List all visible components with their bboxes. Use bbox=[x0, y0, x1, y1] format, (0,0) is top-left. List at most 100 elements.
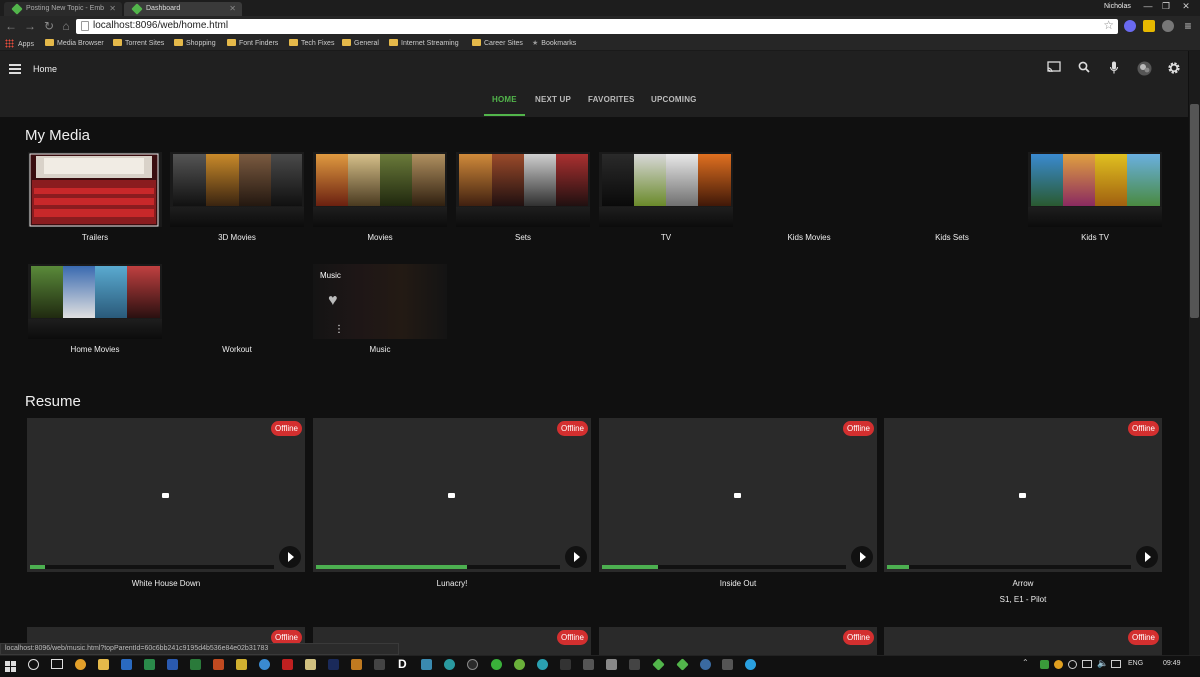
library-label[interactable]: Trailers bbox=[28, 233, 162, 242]
library-tile-kids-movies[interactable] bbox=[742, 152, 876, 227]
cortana-search-icon[interactable] bbox=[28, 659, 39, 670]
taskbar-app-icon[interactable] bbox=[722, 659, 733, 670]
play-button[interactable] bbox=[1136, 546, 1158, 568]
resume-card[interactable]: Offline bbox=[884, 627, 1162, 655]
search-icon[interactable] bbox=[1076, 61, 1092, 77]
library-label[interactable]: Sets bbox=[456, 233, 590, 242]
windows-start-icon[interactable] bbox=[5, 659, 16, 672]
tab-favorites[interactable]: FAVORITES bbox=[588, 95, 635, 104]
bookmark-folder[interactable]: Torrent Sites bbox=[113, 39, 164, 47]
taskbar-app-icon[interactable] bbox=[491, 659, 502, 670]
bookmark-folder[interactable]: General bbox=[342, 39, 379, 47]
resume-card[interactable]: Offline bbox=[884, 418, 1162, 572]
library-label[interactable]: Movies bbox=[313, 233, 447, 242]
browser-tab[interactable]: Posting New Topic - Emb ✕ bbox=[4, 2, 122, 16]
bookmark-other[interactable]: ★ Bookmarks bbox=[532, 39, 576, 47]
taskbar-app-icon[interactable]: D bbox=[398, 657, 407, 671]
cast-icon[interactable] bbox=[1046, 61, 1062, 77]
taskbar-app-icon[interactable] bbox=[560, 659, 571, 670]
task-view-icon[interactable] bbox=[51, 659, 63, 669]
address-url[interactable]: localhost:8096/web/home.html bbox=[93, 20, 228, 31]
edge-icon[interactable] bbox=[259, 659, 270, 670]
library-tile-sets[interactable] bbox=[456, 152, 590, 227]
resume-card[interactable]: Offline bbox=[27, 418, 305, 572]
library-tile-home-movies[interactable] bbox=[28, 264, 162, 339]
home-icon[interactable]: ⌂ bbox=[59, 19, 73, 33]
library-label[interactable]: Home Movies bbox=[28, 345, 162, 354]
word-icon[interactable] bbox=[167, 659, 178, 670]
volume-icon[interactable]: 🔈 bbox=[1097, 658, 1108, 669]
play-button[interactable] bbox=[565, 546, 587, 568]
library-tile-music[interactable]: Music ♥ ⋮ bbox=[313, 264, 447, 339]
play-button[interactable] bbox=[851, 546, 873, 568]
favorite-heart-icon[interactable]: ♥ bbox=[328, 292, 338, 310]
action-center-icon[interactable] bbox=[1111, 660, 1121, 668]
profile-name[interactable]: Nicholas bbox=[1104, 3, 1131, 10]
browser-tab-active[interactable]: Dashboard ✕ bbox=[124, 2, 242, 16]
library-label[interactable]: Workout bbox=[170, 345, 304, 354]
language-indicator[interactable]: ENG bbox=[1128, 660, 1143, 667]
address-bar[interactable]: localhost:8096/web/home.html ☆ bbox=[76, 18, 1118, 34]
bookmark-manager-icon[interactable] bbox=[1143, 20, 1155, 32]
resume-card[interactable]: Offline bbox=[599, 627, 877, 655]
library-tile-kids-sets[interactable] bbox=[885, 152, 1019, 227]
library-tile-tv[interactable] bbox=[599, 152, 733, 227]
library-label[interactable]: Music bbox=[313, 345, 447, 354]
bookmark-folder[interactable]: Tech Fixes bbox=[289, 39, 334, 47]
card-title[interactable]: Arrow bbox=[884, 579, 1162, 588]
extension-icon[interactable] bbox=[1162, 20, 1174, 32]
hamburger-menu-icon[interactable] bbox=[9, 64, 21, 74]
publisher-icon[interactable] bbox=[144, 659, 155, 670]
forward-icon[interactable]: → bbox=[23, 19, 37, 33]
tab-next-up[interactable]: NEXT UP bbox=[535, 95, 571, 104]
card-title[interactable]: Lunacry! bbox=[313, 579, 591, 588]
taskbar-app-icon[interactable] bbox=[444, 659, 455, 670]
reload-icon[interactable]: ↻ bbox=[42, 19, 56, 33]
bookmark-folder[interactable]: Career Sites bbox=[472, 39, 523, 47]
library-tile-workout[interactable] bbox=[170, 264, 304, 339]
taskbar-app-icon[interactable] bbox=[467, 659, 478, 670]
tray-app-icon[interactable] bbox=[1054, 660, 1063, 669]
resume-card[interactable]: Offline bbox=[599, 418, 877, 572]
library-tile-kids-tv[interactable] bbox=[1028, 152, 1162, 227]
extension-icon[interactable] bbox=[1124, 20, 1136, 32]
taskbar-app-icon[interactable] bbox=[514, 659, 525, 670]
outlook-icon[interactable] bbox=[121, 659, 132, 670]
tab-upcoming[interactable]: UPCOMING bbox=[651, 95, 697, 104]
powerpoint-icon[interactable] bbox=[213, 659, 224, 670]
excel-icon[interactable] bbox=[190, 659, 201, 670]
bookmark-star-icon[interactable]: ☆ bbox=[1103, 18, 1114, 32]
minimize-icon[interactable]: — bbox=[1139, 1, 1157, 11]
tray-app-icon[interactable] bbox=[1040, 660, 1049, 669]
bookmark-folder[interactable]: Media Browser bbox=[45, 39, 104, 47]
file-explorer-icon[interactable] bbox=[98, 659, 109, 670]
user-avatar-icon[interactable] bbox=[1136, 61, 1152, 77]
library-label[interactable]: Kids Movies bbox=[742, 233, 876, 242]
library-label[interactable]: Kids TV bbox=[1028, 233, 1162, 242]
microphone-icon[interactable] bbox=[1106, 61, 1122, 77]
close-window-icon[interactable]: ✕ bbox=[1177, 1, 1195, 12]
taskbar-app-icon[interactable] bbox=[700, 659, 711, 670]
resume-card[interactable]: Offline bbox=[313, 418, 591, 572]
card-title[interactable]: Inside Out bbox=[599, 579, 877, 588]
taskbar-clock[interactable]: 09:49 bbox=[1163, 660, 1181, 667]
close-tab-icon[interactable]: ✕ bbox=[109, 4, 116, 13]
maximize-icon[interactable]: ❐ bbox=[1157, 1, 1175, 12]
bookmark-folder[interactable]: Shopping bbox=[174, 39, 216, 47]
tray-chevron-up-icon[interactable]: ⌃ bbox=[1022, 658, 1029, 667]
taskbar-app-icon[interactable] bbox=[583, 659, 594, 670]
network-icon[interactable] bbox=[1082, 660, 1092, 668]
bookmark-apps[interactable]: Apps bbox=[5, 39, 34, 48]
taskbar-app-icon[interactable] bbox=[305, 659, 316, 670]
taskbar-app-icon[interactable] bbox=[236, 659, 247, 670]
play-button[interactable] bbox=[279, 546, 301, 568]
back-icon[interactable]: ← bbox=[4, 19, 18, 33]
skype-icon[interactable] bbox=[745, 659, 756, 670]
bookmark-folder[interactable]: Font Finders bbox=[227, 39, 278, 47]
library-tile-3d-movies[interactable] bbox=[170, 152, 304, 227]
card-title[interactable]: White House Down bbox=[27, 579, 305, 588]
scrollbar-thumb[interactable] bbox=[1190, 104, 1199, 318]
taskbar-app-icon[interactable] bbox=[421, 659, 432, 670]
taskbar-app-icon[interactable] bbox=[374, 659, 385, 670]
close-tab-icon[interactable]: ✕ bbox=[229, 4, 236, 13]
